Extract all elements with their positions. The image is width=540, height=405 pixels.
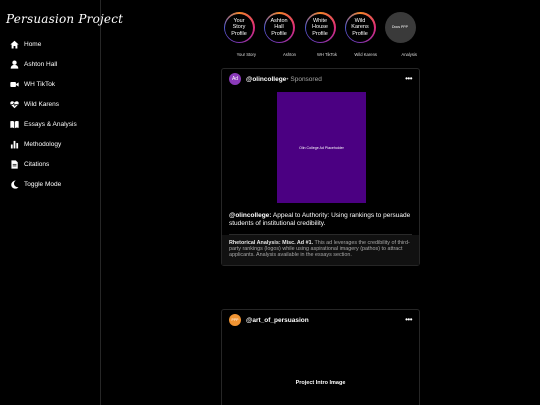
nav-item-label: Citations [24,160,50,168]
nav-item-wild-karens[interactable]: Wild Karens [9,94,99,114]
post-handle[interactable]: @art_of_persuasion [246,317,309,324]
nav-item-label: Ashton Hall [24,60,58,68]
moon-icon [9,179,19,189]
nav-item-home[interactable]: Home [9,34,99,54]
nav-item-label: Toggle Mode [24,180,62,188]
story-wild-karens[interactable]: Wild Karens Profile Wild Karens [343,12,377,61]
bar-chart-icon [9,139,19,149]
story-ring-text: Docs PPP [386,13,414,42]
story-caption: WH TikTok [316,52,337,57]
avatar[interactable]: Ad [229,73,241,85]
nav-item-label: Home [24,40,42,48]
analysis-title: Rhetorical Analysis: Misc. Ad #1. [229,240,314,246]
more-options-icon[interactable]: ••• [405,75,412,83]
nav-item-essays-analysis[interactable]: Essays & Analysis [9,114,99,134]
story-analysis[interactable]: Docs PPP Analysis [383,12,417,61]
rhetorical-analysis: Rhetorical Analysis: Misc. Ad #1. This a… [222,235,419,265]
story-ashton[interactable]: Ashton Hall Profile Ashton [262,12,296,61]
nav-item-label: Methodology [24,140,62,148]
story-your-story[interactable]: Your Story Profile Your Story [222,12,256,61]
caption-handle[interactable]: @olincollege: [229,212,271,219]
story-ring: Ashton Hall Profile [263,12,295,43]
post-art-of-persuasion: PPP @art_of_persuasion ••• Project Intro… [221,309,420,405]
intro-image-placeholder: Project Intro Image [295,380,346,386]
post-media[interactable]: Project Intro Image [222,330,419,405]
post-header: Ad @olincollege • Sponsored ••• [222,69,419,89]
nav-item-toggle-mode[interactable]: Toggle Mode [9,174,99,194]
ad-image-placeholder: Olin College Ad Placeholder [277,92,366,203]
more-options-icon[interactable]: ••• [405,316,412,324]
sidebar: Persuasion Project Home Ashton Hall WH T… [0,0,123,405]
avatar[interactable]: PPP [229,314,241,326]
story-caption: Wild Karens [354,52,377,57]
app-logo[interactable]: Persuasion Project [6,12,123,26]
story-caption: Analysis [401,52,417,57]
story-ring: Docs PPP [384,12,416,43]
story-wh-tiktok[interactable]: White House Profile WH TikTok [303,12,337,61]
nav-item-label: WH TikTok [24,80,56,88]
user-icon [9,59,19,69]
nav-item-label: Essays & Analysis [24,120,77,128]
nav-item-wh-tiktok[interactable]: WH TikTok [9,74,99,94]
story-ring: White House Profile [304,12,336,43]
story-ring-text: Ashton Hall Profile [265,13,293,42]
home-icon [9,39,19,49]
nav-item-label: Wild Karens [24,100,60,108]
story-caption: Your Story [236,52,256,57]
post-handle[interactable]: @olincollege [246,76,286,83]
story-ring-text: White House Profile [306,13,334,42]
story-caption: Ashton [282,52,296,57]
post-caption: @olincollege: Appeal to Authority: Using… [222,207,419,227]
document-icon [9,159,19,169]
nav-item-citations[interactable]: Citations [9,154,99,174]
story-ring-text: Your Story Profile [225,13,253,42]
story-ring: Wild Karens Profile [344,12,376,43]
story-ring-text: Wild Karens Profile [346,13,374,42]
post-olincollege: Ad @olincollege • Sponsored ••• Olin Col… [221,68,420,266]
heart-pulse-icon [9,99,19,109]
nav-item-ashton-hall[interactable]: Ashton Hall [9,54,99,74]
sidebar-nav: Home Ashton Hall WH TikTok Wild Karens E… [9,34,99,194]
video-icon [9,79,19,89]
nav-item-methodology[interactable]: Methodology [9,134,99,154]
story-ring: Your Story Profile [223,12,255,43]
book-icon [9,119,19,129]
post-media[interactable]: Olin College Ad Placeholder [222,89,419,207]
stories-bar: Your Story Profile Your Story Ashton Hal… [222,12,422,57]
post-header: PPP @art_of_persuasion ••• [222,310,419,330]
sponsored-label: • Sponsored [286,75,322,83]
